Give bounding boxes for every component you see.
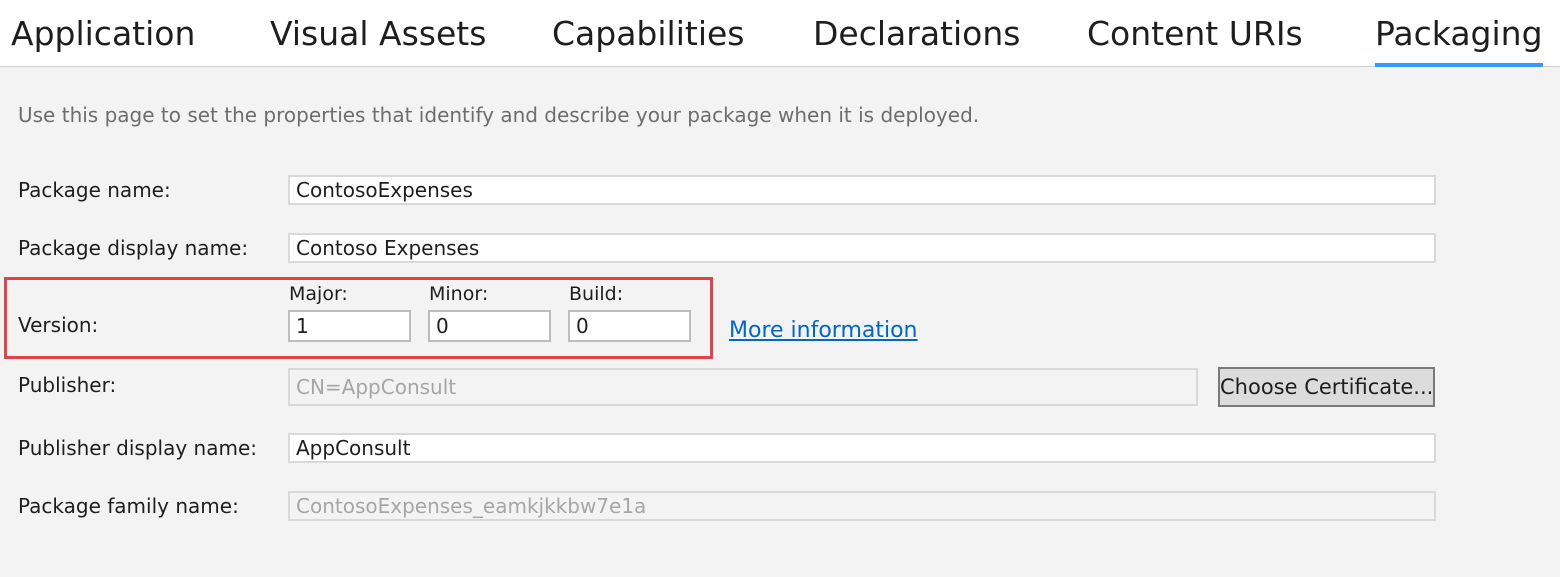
tab-bar: Application Visual Assets Capabilities D…	[0, 0, 1560, 67]
publisher-field: CN=AppConsult	[288, 368, 1198, 406]
choose-certificate-button[interactable]: Choose Certificate...	[1218, 367, 1435, 407]
tab-declarations[interactable]: Declarations	[813, 14, 1020, 54]
package-display-name-label: Package display name:	[18, 236, 249, 260]
version-major-input[interactable]: 1	[288, 310, 411, 342]
version-minor-label: Minor:	[429, 283, 489, 305]
version-build-input[interactable]: 0	[568, 310, 691, 342]
package-family-name-label: Package family name:	[18, 494, 239, 518]
page-description: Use this page to set the properties that…	[18, 103, 980, 127]
package-name-label: Package name:	[18, 178, 171, 202]
more-information-link[interactable]: More information	[729, 318, 918, 343]
tab-packaging[interactable]: Packaging	[1375, 14, 1543, 67]
version-label: Version:	[18, 313, 99, 337]
version-build-label: Build:	[569, 283, 624, 305]
package-name-field[interactable]: ContosoExpenses	[288, 175, 1436, 205]
tab-application[interactable]: Application	[11, 14, 195, 54]
publisher-display-name-field[interactable]: AppConsult	[288, 433, 1436, 463]
publisher-display-name-label: Publisher display name:	[18, 436, 258, 460]
tab-content-uris[interactable]: Content URIs	[1087, 14, 1303, 54]
version-minor-input[interactable]: 0	[428, 310, 551, 342]
tab-capabilities[interactable]: Capabilities	[552, 14, 745, 54]
tab-visual-assets[interactable]: Visual Assets	[270, 14, 486, 54]
package-family-name-field: ContosoExpenses_eamkjkkbw7e1a	[288, 491, 1436, 521]
version-major-label: Major:	[289, 283, 348, 305]
publisher-label: Publisher:	[18, 373, 117, 397]
package-display-name-field[interactable]: Contoso Expenses	[288, 233, 1436, 263]
